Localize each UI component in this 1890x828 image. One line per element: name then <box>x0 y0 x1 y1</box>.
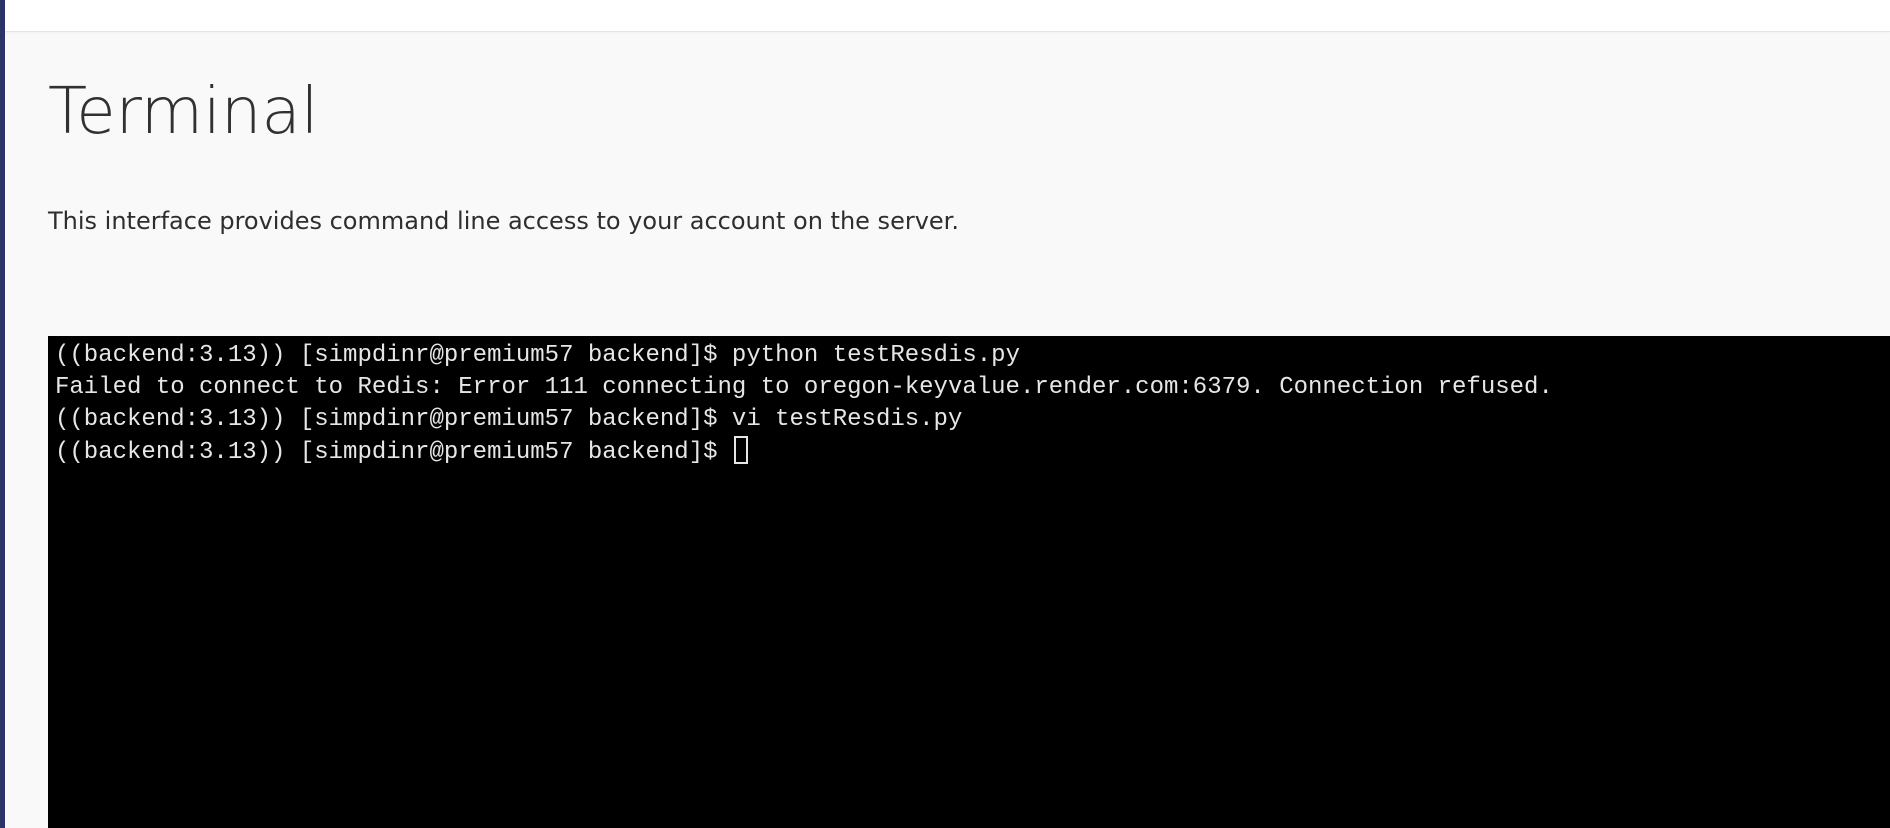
left-rail <box>0 0 5 828</box>
terminal-command: python testResdis.py <box>731 342 1020 369</box>
terminal-output: Failed to connect to Redis: Error 111 co… <box>55 374 1553 401</box>
terminal-cursor[interactable] <box>733 436 748 464</box>
terminal-line: ((backend:3.13)) [simpdinr@premium57 bac… <box>55 404 962 436</box>
terminal-command: vi testResdis.py <box>731 406 963 433</box>
page-title: Terminal <box>48 75 319 149</box>
top-bar <box>5 0 1890 32</box>
terminal-line: ((backend:3.13)) [simpdinr@premium57 bac… <box>55 436 748 469</box>
terminal-line: Failed to connect to Redis: Error 111 co… <box>55 372 1553 404</box>
terminal-line: ((backend:3.13)) [simpdinr@premium57 bac… <box>55 340 1020 372</box>
terminal-prompt: ((backend:3.13)) [simpdinr@premium57 bac… <box>55 342 732 369</box>
terminal-prompt: ((backend:3.13)) [simpdinr@premium57 bac… <box>55 406 732 433</box>
terminal-window[interactable]: ((backend:3.13)) [simpdinr@premium57 bac… <box>48 336 1890 828</box>
page-description: This interface provides command line acc… <box>48 207 959 235</box>
terminal-prompt: ((backend:3.13)) [simpdinr@premium57 bac… <box>55 439 732 466</box>
